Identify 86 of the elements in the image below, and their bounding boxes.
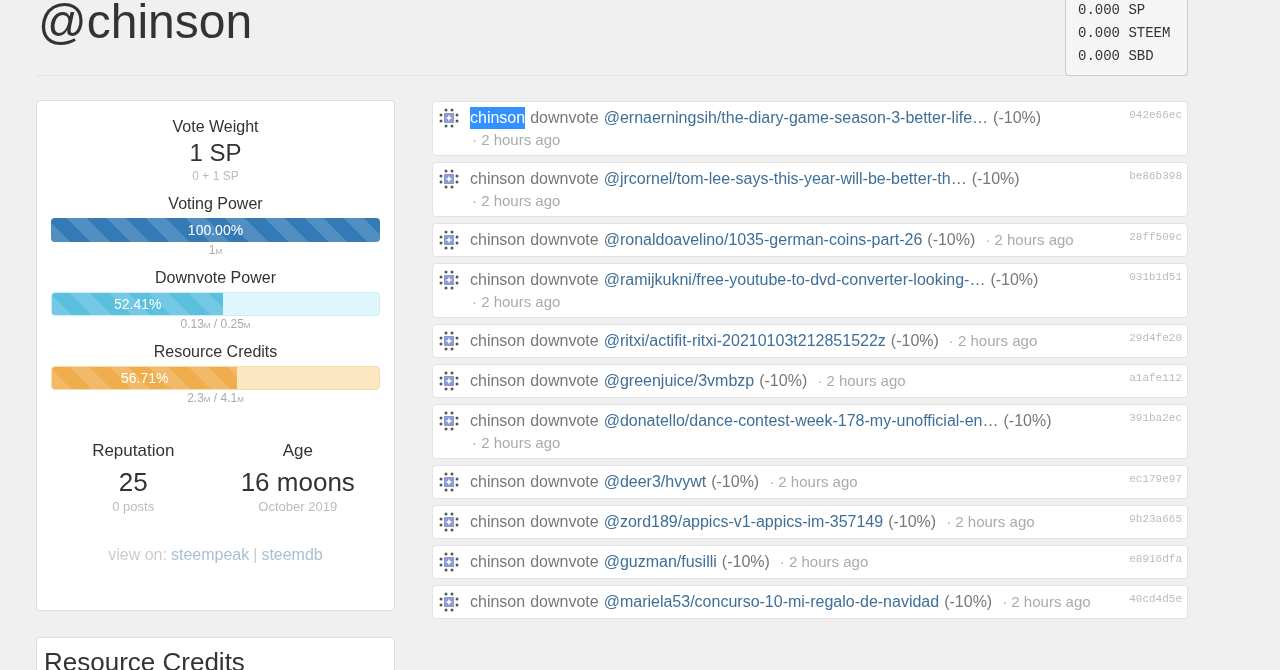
dotted-star-icon: [439, 270, 459, 290]
action-text: downvote: [530, 270, 599, 290]
vote-weight: (-10%): [927, 230, 976, 250]
timestamp: · 2 hours ago: [471, 433, 561, 453]
stat-detail: 0 posts: [112, 499, 155, 515]
timestamp: · 2 hours ago: [471, 191, 561, 211]
post-link[interactable]: @mariela53/concurso-10-mi-regalo-de-navidad: [603, 591, 940, 613]
post-link[interactable]: @jrcornel/tom-lee-says-this-year-will-be-better-th…: [603, 168, 967, 190]
meter-fill: 100.00%: [51, 218, 380, 242]
account-name[interactable]: chinson: [470, 370, 526, 392]
dotted-star-icon: [439, 592, 459, 612]
dotted-star-icon: [439, 411, 459, 431]
action-text: downvote: [530, 108, 599, 128]
vote-weight: (-10%): [1003, 411, 1052, 431]
account-name[interactable]: chinson: [470, 168, 526, 190]
timestamp: · 2 hours ago: [947, 331, 1038, 351]
account-name[interactable]: chinson: [470, 229, 526, 251]
account-name[interactable]: chinson: [470, 107, 526, 129]
balance-amount: 0.000 SBD: [1078, 47, 1155, 66]
stat-label: Age: [282, 440, 313, 462]
stat-detail: October 2019: [258, 499, 338, 515]
dotted-star-icon: [439, 331, 459, 351]
meter-label: Resource Credits: [153, 342, 278, 362]
dotted-star-icon: [439, 552, 459, 572]
action-text: downvote: [530, 512, 599, 532]
vote-weight: (-10%): [759, 371, 808, 391]
vote-weight: (-10%): [711, 472, 760, 492]
dotted-star-icon: [439, 371, 459, 391]
action-text: downvote: [530, 552, 599, 572]
timestamp: · 2 hours ago: [945, 512, 1035, 532]
timestamp: · 2 hours ago: [1001, 592, 1091, 612]
timestamp: · 2 hours ago: [778, 552, 869, 572]
meter-label: Voting Power: [168, 194, 263, 214]
timestamp: · 2 hours ago: [816, 371, 906, 391]
action-text: downvote: [530, 169, 599, 189]
account-name[interactable]: chinson: [470, 471, 526, 493]
meter-fill: 56.71%: [52, 367, 238, 389]
account-title: @chinson: [38, 0, 253, 46]
stat-value: 16 moons: [240, 466, 355, 499]
stat-detail: 0 + 1 SP: [192, 168, 239, 184]
vote-weight: (-10%): [890, 331, 939, 351]
post-link[interactable]: @ritxi/actifit-ritxi-20210103t212851522z: [603, 330, 886, 352]
post-link[interactable]: @deer3/hvywt: [603, 471, 707, 493]
post-link[interactable]: @ernaerningsih/the-diary-game-season-3-better-life…: [603, 107, 989, 129]
vote-weight: (-10%): [944, 592, 993, 612]
action-text: downvote: [530, 371, 599, 391]
dotted-star-icon: [439, 512, 459, 532]
timestamp: · 2 hours ago: [768, 472, 858, 492]
action-text: downvote: [530, 472, 599, 492]
vote-weight: (-10%): [888, 512, 937, 532]
account-name[interactable]: chinson: [470, 330, 526, 352]
meter-label: Downvote Power: [155, 268, 276, 288]
link-separator: |: [253, 545, 258, 565]
timestamp: · 2 hours ago: [471, 130, 561, 150]
action-text: downvote: [530, 331, 599, 351]
timestamp: · 2 hours ago: [984, 230, 1074, 250]
post-link[interactable]: @ramijkukni/free-youtube-to-dvd-converter-looking-…: [603, 269, 986, 291]
post-link[interactable]: @greenjuice/3vmbzp: [603, 370, 755, 392]
post-link[interactable]: @zord189/appics-v1-appics-im-357149: [603, 511, 884, 533]
vote-weight: (-10%): [971, 169, 1020, 189]
balance-amount: 0.000 STEEM: [1078, 24, 1172, 43]
post-link[interactable]: @ronaldoavelino/1035-german-coins-part-26: [603, 229, 923, 251]
action-text: downvote: [530, 592, 599, 612]
vote-weight: (-10%): [993, 108, 1042, 128]
stat-value: 25: [118, 466, 148, 499]
account-name[interactable]: chinson: [470, 551, 526, 573]
timestamp: · 2 hours ago: [471, 292, 561, 312]
account-name[interactable]: chinson: [470, 269, 526, 291]
stat-label: Reputation: [92, 440, 175, 462]
account-name[interactable]: chinson: [470, 511, 526, 533]
account-name[interactable]: chinson: [470, 591, 526, 613]
post-link[interactable]: @guzman/fusilli: [603, 551, 717, 573]
post-link[interactable]: @donatello/dance-contest-week-178-my-unofficial-en…: [603, 410, 999, 432]
action-text: downvote: [530, 230, 599, 250]
account-name[interactable]: chinson: [470, 410, 526, 432]
vote-weight: (-10%): [990, 270, 1039, 290]
stat-label: Vote Weight: [172, 117, 259, 137]
balance-amount: 0.000 SP: [1078, 1, 1147, 20]
vote-weight: (-10%): [721, 552, 770, 572]
stat-value: 1 SP: [189, 138, 242, 168]
dotted-star-icon: [439, 472, 459, 492]
meter-fill: 52.41%: [52, 293, 224, 315]
dotted-star-icon: [439, 169, 459, 189]
action-text: downvote: [530, 411, 599, 431]
dotted-star-icon: [439, 230, 459, 250]
dotted-star-icon: [439, 108, 459, 128]
